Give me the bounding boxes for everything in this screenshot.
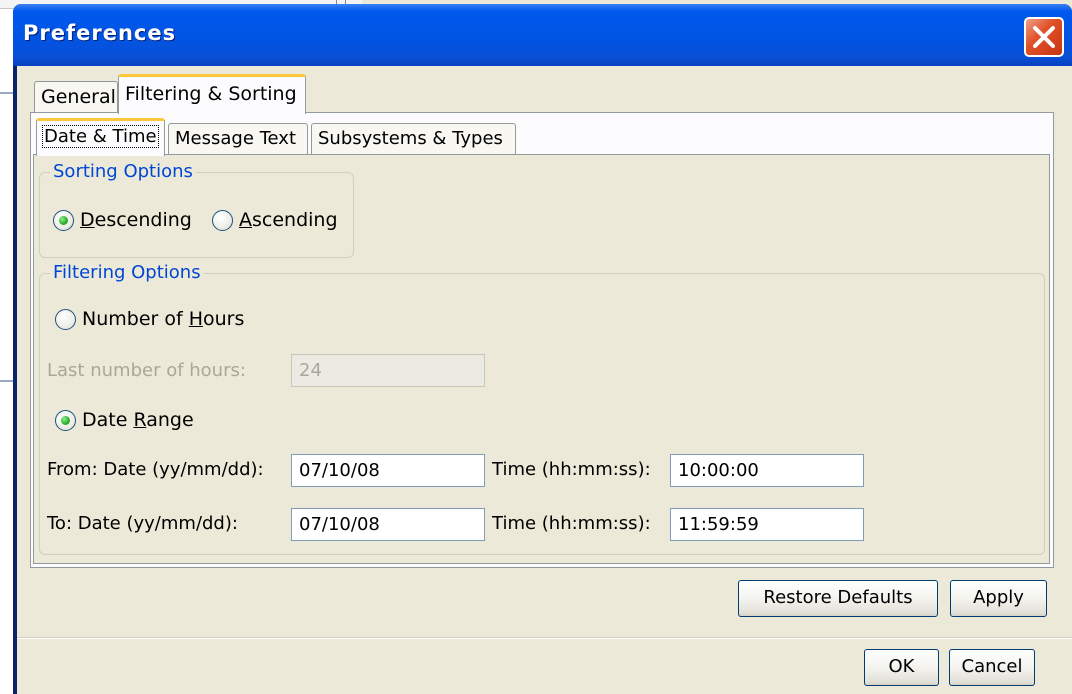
from-date-input[interactable]: 07/10/08 — [291, 454, 485, 487]
tab-label: Date & Time — [42, 125, 159, 148]
tab-label: Filtering & Sorting — [125, 83, 297, 105]
sorting-options-group: Sorting Options Descending Ascending — [39, 161, 354, 258]
button-separator — [17, 637, 1072, 639]
to-date-label: To: Date (yy/mm/dd): — [47, 513, 238, 534]
tab-label: Subsystems & Types — [318, 128, 503, 149]
filtering-sorting-pane: Date & Time Message Text Subsystems & Ty… — [30, 112, 1054, 568]
filtering-options-group: Filtering Options Number of Hours Last n… — [39, 262, 1045, 555]
ascending-radio[interactable]: Ascending — [212, 209, 338, 231]
from-date-label: From: Date (yy/mm/dd): — [47, 459, 264, 480]
to-date-input[interactable]: 07/10/08 — [291, 508, 485, 541]
sorting-options-legend: Sorting Options — [50, 161, 196, 182]
filtering-options-legend: Filtering Options — [50, 262, 204, 283]
date-time-pane: Sorting Options Descending Ascending Fil… — [33, 154, 1050, 564]
tab-subsystems-types[interactable]: Subsystems & Types — [311, 123, 516, 155]
apply-button[interactable]: Apply — [950, 580, 1047, 617]
preferences-dialog: Preferences General Filtering & Sorting … — [13, 4, 1072, 694]
radio-selected-icon — [53, 209, 74, 231]
date-range-label: Date Range — [82, 409, 194, 431]
background-window — [0, 0, 14, 694]
cancel-button[interactable]: Cancel — [949, 649, 1035, 686]
ascending-label: Ascending — [239, 209, 338, 231]
radio-unselected-icon — [212, 209, 233, 231]
descending-radio[interactable]: Descending — [53, 209, 192, 231]
dialog-title: Preferences — [23, 21, 177, 45]
dialog-body: General Filtering & Sorting Date & Time … — [17, 66, 1072, 694]
tab-date-time[interactable]: Date & Time — [36, 118, 165, 156]
from-time-input[interactable]: 10:00:00 — [670, 454, 864, 487]
to-time-input[interactable]: 11:59:59 — [670, 508, 864, 541]
background-divider — [0, 380, 14, 382]
close-button[interactable] — [1024, 17, 1064, 57]
title-bar[interactable]: Preferences — [13, 4, 1072, 66]
restore-defaults-button[interactable]: Restore Defaults — [738, 580, 938, 617]
tab-label: General — [41, 86, 116, 108]
radio-selected-icon — [55, 409, 76, 431]
descending-label: Descending — [80, 209, 192, 231]
from-time-label: Time (hh:mm:ss): — [492, 459, 651, 480]
tab-message-text[interactable]: Message Text — [168, 123, 308, 155]
tab-filtering-sorting[interactable]: Filtering & Sorting — [118, 74, 306, 114]
radio-unselected-icon — [55, 308, 76, 330]
ok-button[interactable]: OK — [864, 649, 939, 686]
to-time-label: Time (hh:mm:ss): — [492, 513, 651, 534]
last-number-of-hours-input[interactable]: 24 — [291, 354, 485, 387]
close-icon — [1033, 26, 1055, 48]
number-of-hours-radio[interactable]: Number of Hours — [55, 308, 244, 330]
background-divider — [0, 92, 14, 94]
date-range-radio[interactable]: Date Range — [55, 409, 194, 431]
last-number-of-hours-label: Last number of hours: — [47, 360, 246, 381]
tab-general[interactable]: General — [34, 81, 118, 113]
number-of-hours-label: Number of Hours — [82, 308, 245, 330]
tab-label: Message Text — [175, 128, 297, 149]
